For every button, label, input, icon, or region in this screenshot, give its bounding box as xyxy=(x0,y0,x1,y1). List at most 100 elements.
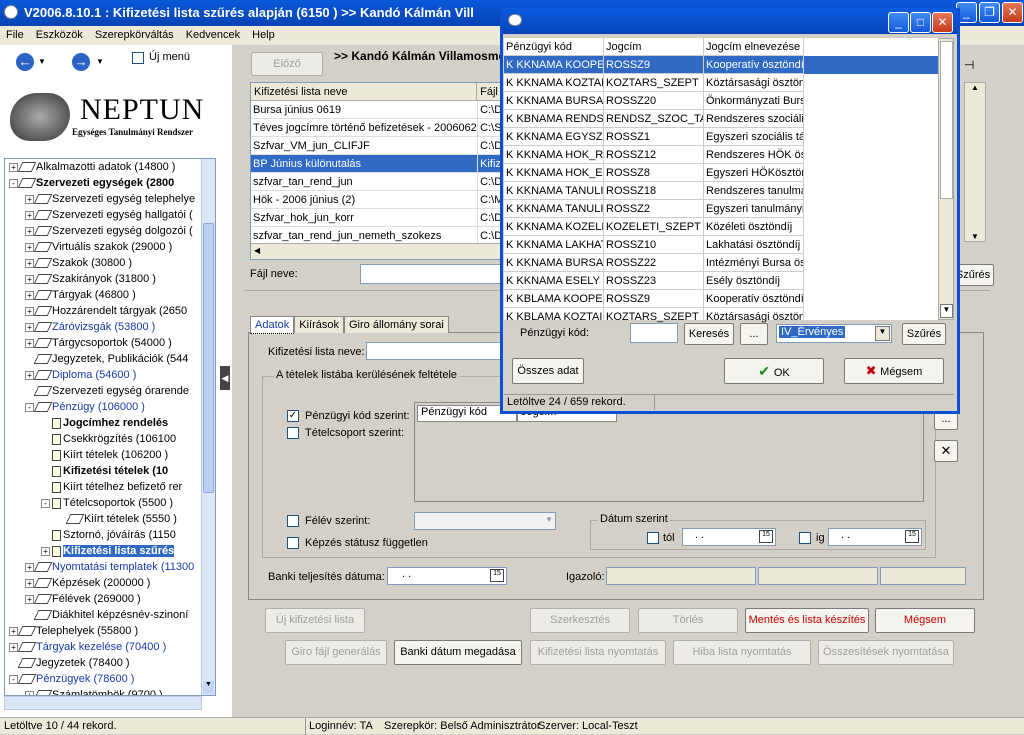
date-to-checkbox[interactable] xyxy=(799,532,811,544)
expand-toggle-icon[interactable]: + xyxy=(9,626,18,636)
tree-item[interactable]: + Kifizetési lista szűrés xyxy=(5,543,215,559)
expand-toggle-icon[interactable]: - xyxy=(9,674,18,684)
tree-horizontal-scrollbar[interactable] xyxy=(4,696,202,710)
dialog-column-header[interactable]: Pénzügyi kód xyxy=(504,38,604,56)
tree-item[interactable]: + Tárgyak kezelése (70400 ) xyxy=(5,639,215,655)
expand-toggle-icon[interactable]: + xyxy=(25,562,34,572)
tree-item[interactable]: Diákhitel képzésnév-szinoní xyxy=(5,607,215,623)
felev-dropdown-icon[interactable]: ▼ xyxy=(545,515,553,524)
print-summary-button[interactable]: Összesítések nyomtatása xyxy=(818,640,954,665)
table-row[interactable]: Szfvar_hok_jun_korr C:\D xyxy=(251,209,501,227)
list-column-header[interactable]: Fájl xyxy=(477,83,501,101)
list-scroll-up-icon[interactable]: ▲ xyxy=(965,83,985,92)
save-and-create-button[interactable]: Mentés és lista készítés xyxy=(745,608,869,633)
dialog-table-row[interactable]: K KKNAMA BURSA ROSSZ22 Intézményi Bursa ös xyxy=(504,254,954,272)
tree-item[interactable]: Csekkrögzítés (106100 xyxy=(5,431,215,447)
expand-toggle-icon[interactable]: + xyxy=(25,370,34,380)
date-from-checkbox[interactable] xyxy=(647,532,659,544)
tree-item[interactable]: + Diploma (54600 ) xyxy=(5,367,215,383)
tree-item[interactable]: + Virtuális szakok (29000 ) xyxy=(5,239,215,255)
tab-kiirasok[interactable]: Kiírások xyxy=(294,316,344,333)
felev-checkbox[interactable] xyxy=(287,515,299,527)
table-row[interactable]: Téves jogcímre történő befizetések - 200… xyxy=(251,119,501,137)
tree-item[interactable]: Jogcímhez rendelés xyxy=(5,415,215,431)
expand-toggle-icon[interactable]: + xyxy=(25,274,34,284)
table-row[interactable]: Bursa június 0619 C:\D xyxy=(251,101,501,119)
dialog-table-row[interactable]: K KKNAMA ESELY ROSSZ23 Esély ösztöndíj xyxy=(504,272,954,290)
dialog-search-button[interactable]: Keresés xyxy=(684,323,734,345)
expand-toggle-icon[interactable]: + xyxy=(25,322,34,332)
kepzes-checkbox[interactable] xyxy=(287,537,299,549)
tree-item[interactable]: Jegyzetek, Publikációk (544 xyxy=(5,351,215,367)
dialog-status-select[interactable]: IV_Érvényes ▼ xyxy=(776,324,892,343)
tree-item[interactable]: + Szakok (30800 ) xyxy=(5,255,215,271)
bank-date-button[interactable]: Banki dátum megadása xyxy=(394,640,522,665)
dialog-table-row[interactable]: K KKNAMA BURSA ROSSZ20 Önkormányzati Bursa xyxy=(504,92,954,110)
list-scroll-down-icon[interactable]: ▼ xyxy=(965,232,985,241)
dialog-grid-scrollbar[interactable]: ▼ xyxy=(938,38,954,320)
tree-item[interactable]: Kifizetési tételek (10 xyxy=(5,463,215,479)
dialog-table-row[interactable]: K KKNAMA EGYSZI ROSSZ1 Egyszeri szociális … xyxy=(504,128,954,146)
pin-icon[interactable]: ⊣ xyxy=(964,58,974,72)
table-row[interactable]: Szfvar_VM_jun_CLIFJF C:\D xyxy=(251,137,501,155)
tree-item[interactable]: Kiírt tételhez befizető rer xyxy=(5,479,215,495)
file-name-input[interactable] xyxy=(360,264,502,284)
print-error-list-button[interactable]: Hiba lista nyomtatás xyxy=(673,640,811,665)
back-icon[interactable]: ← xyxy=(16,53,34,71)
tree-item[interactable]: Jegyzetek (78400 ) xyxy=(5,655,215,671)
expand-toggle-icon[interactable]: + xyxy=(25,258,34,268)
tab-adatok[interactable]: Adatok xyxy=(250,316,295,334)
tree-item[interactable]: - Pénzügy (106000 ) xyxy=(5,399,215,415)
calendar-icon[interactable]: 15 xyxy=(490,569,504,582)
edit-button[interactable]: Szerkesztés xyxy=(530,608,630,633)
tree-item[interactable]: + Félévek (269000 ) xyxy=(5,591,215,607)
dialog-column-header[interactable]: Jogcím xyxy=(604,38,704,56)
tree-item[interactable]: + Szervezeti egység telephelye xyxy=(5,191,215,207)
tree-item[interactable]: Sztornó, jóváírás (1150 xyxy=(5,527,215,543)
tree-item[interactable]: + Telephelyek (55800 ) xyxy=(5,623,215,639)
expand-toggle-icon[interactable]: + xyxy=(25,194,34,204)
forward-icon[interactable]: → xyxy=(72,53,90,71)
date-from-input[interactable]: . . 15 xyxy=(682,528,776,546)
expand-toggle-icon[interactable]: + xyxy=(25,338,34,348)
close-button[interactable]: ✕ xyxy=(1002,2,1023,23)
dialog-code-input[interactable] xyxy=(630,323,678,343)
expand-toggle-icon[interactable]: + xyxy=(25,210,34,220)
calendar-icon[interactable]: 15 xyxy=(905,530,919,543)
dialog-minimize-button[interactable]: _ xyxy=(888,12,909,33)
expand-toggle-icon[interactable]: + xyxy=(25,290,34,300)
tab-giro[interactable]: Giro állomány sorai xyxy=(344,316,449,333)
new-list-button[interactable]: Új kifizetési lista xyxy=(265,608,365,633)
list-column-header[interactable]: Kifizetési lista neve xyxy=(251,83,478,101)
dialog-table-row[interactable]: K KKNAMA KOZELI KOZELETI_SZEPT Közéleti ös… xyxy=(504,218,954,236)
list-name-input[interactable] xyxy=(366,342,502,360)
menu-item-1[interactable]: Eszközök xyxy=(30,26,89,44)
scroll-left-icon[interactable]: ◀ xyxy=(251,246,260,255)
dialog-table-row[interactable]: K KKNAMA HOK_R ROSSZ12 Rendszeres HÖK ös xyxy=(504,146,954,164)
expand-toggle-icon[interactable]: - xyxy=(25,402,34,412)
menu-item-2[interactable]: Szerepkörváltás xyxy=(89,26,180,44)
tetelcsoport-checkbox[interactable] xyxy=(287,427,299,439)
prev-button[interactable]: Előző xyxy=(251,52,323,76)
table-row[interactable]: Hök - 2006 június (2)C:\M xyxy=(251,191,501,209)
dialog-filter-button[interactable]: Szűrés xyxy=(902,323,946,345)
print-list-button[interactable]: Kifizetési lista nyomtatás xyxy=(530,640,666,665)
payment-list-scrollbar[interactable]: ▲ ▼ xyxy=(964,82,986,242)
tree-item[interactable]: - Szervezeti egységek (2800 xyxy=(5,175,215,191)
dialog-table-row[interactable]: K KBLAMA KOOPE ROSSZ9 Kooperatív ösztöndí xyxy=(504,290,954,308)
expand-toggle-icon[interactable]: + xyxy=(41,546,50,556)
tree-item[interactable]: + Számlatömbök (9700 ) xyxy=(5,687,215,695)
penzugyi-code-checkbox[interactable]: ✓ xyxy=(287,410,299,422)
table-row[interactable]: BP Június különutalás Kifiz xyxy=(251,155,501,173)
tree-item[interactable]: + Szervezeti egység hallgatói ( xyxy=(5,207,215,223)
dialog-table-row[interactable]: K KKNAMA LAKHAT ROSSZ10 Lakhatási ösztöndí… xyxy=(504,236,954,254)
dialog-cancel-button[interactable]: ✖ Mégsem xyxy=(844,358,944,384)
tree-item[interactable]: Kiírt tételek (5550 ) xyxy=(5,511,215,527)
cancel-button[interactable]: Mégsem xyxy=(875,608,975,633)
dialog-ellipsis-button[interactable]: ... xyxy=(740,323,768,345)
dialog-table-row[interactable]: K KKNAMA HOK_EI ROSSZ8 Egyszeri HÖKösztör xyxy=(504,164,954,182)
table-row[interactable]: szfvar_tan_rend_jun C:\D xyxy=(251,173,501,191)
new-menu-checkbox[interactable] xyxy=(132,52,144,64)
bank-date-input[interactable]: . . 15 xyxy=(387,567,507,585)
tree-item[interactable]: + Képzések (200000 ) xyxy=(5,575,215,591)
